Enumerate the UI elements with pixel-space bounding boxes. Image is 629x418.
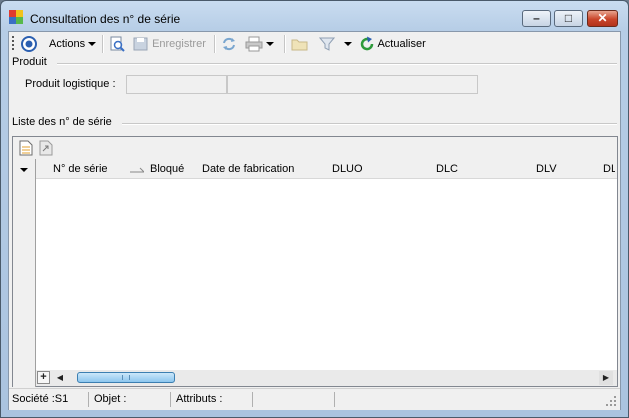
folder-icon	[291, 39, 308, 51]
status-societe: Société :S1	[9, 392, 89, 407]
sort-icon[interactable]	[130, 167, 144, 173]
dropdown-arrow-icon	[88, 42, 97, 47]
actions-label: Actions	[49, 38, 86, 50]
printer-icon	[245, 36, 263, 52]
produit-section-title: Produit	[12, 56, 47, 68]
close-button[interactable]: ✕	[587, 10, 618, 27]
print-button[interactable]	[245, 35, 275, 53]
save-icon	[133, 37, 148, 51]
refresh-label: Actualiser	[377, 38, 426, 50]
column-header-dlc[interactable]: DLC	[436, 163, 458, 175]
produit-name-field[interactable]	[227, 75, 478, 94]
document-arrow-icon	[39, 140, 53, 156]
produit-logistique-label: Produit logistique :	[25, 78, 116, 90]
toolbar: Actions Enregistrer Actualiser	[9, 32, 620, 56]
app-icon	[9, 10, 23, 24]
section-divider	[57, 63, 617, 65]
column-header-bloque[interactable]: Bloqué	[150, 163, 184, 175]
minimize-button[interactable]: –	[522, 10, 551, 27]
record-button[interactable]	[21, 35, 37, 53]
close-icon: ✕	[597, 11, 608, 25]
filter-button[interactable]	[319, 35, 353, 53]
save-label: Enregistrer	[152, 38, 206, 50]
horizontal-scrollbar[interactable]: + ◀ ▶	[36, 370, 617, 386]
liste-section-title: Liste des n° de série	[12, 116, 112, 128]
toolbar-grip[interactable]	[12, 36, 14, 52]
open-document-button[interactable]	[39, 140, 53, 159]
add-row-button[interactable]: +	[37, 371, 50, 384]
row-selector-column	[13, 159, 36, 387]
status-empty-panel	[255, 392, 335, 407]
client-area: Actions Enregistrer Actualiser Produit P…	[8, 31, 621, 410]
window-title: Consultation des n° de série	[30, 12, 181, 26]
section-divider	[122, 123, 617, 125]
serial-number-grid[interactable]: N° de série Bloqué Date de fabrication D…	[12, 136, 618, 387]
application-window: Consultation des n° de série – □ ✕ Actio…	[0, 0, 629, 418]
grid-toolbar	[13, 137, 617, 159]
refresh-button[interactable]: Actualiser	[359, 35, 426, 53]
document-icon	[19, 140, 33, 156]
dropdown-arrow-icon	[266, 42, 275, 47]
maximize-button[interactable]: □	[554, 10, 583, 27]
column-header-date-fabrication[interactable]: Date de fabrication	[202, 163, 294, 175]
status-bar: Société :S1 Objet : Attributs :	[9, 388, 620, 410]
maximize-icon: □	[564, 11, 573, 25]
status-objet: Objet :	[91, 392, 171, 407]
column-header-dl[interactable]: DL	[603, 163, 615, 175]
sync-icon	[223, 37, 235, 51]
grid-header: N° de série Bloqué Date de fabrication D…	[36, 159, 617, 179]
title-bar[interactable]: Consultation des n° de série – □ ✕	[1, 1, 628, 31]
scroll-left-icon[interactable]: ◀	[53, 371, 67, 385]
column-header-serial[interactable]: N° de série	[53, 163, 108, 175]
record-icon	[21, 36, 37, 53]
column-chooser-icon[interactable]	[20, 167, 28, 173]
resize-grip-icon[interactable]	[606, 396, 617, 407]
toolbar-separator	[284, 35, 286, 53]
funnel-icon	[319, 37, 335, 51]
column-header-dlv[interactable]: DLV	[536, 163, 557, 175]
actions-menu-button[interactable]: Actions	[49, 35, 97, 53]
preview-icon	[110, 36, 125, 52]
grip-lines	[122, 375, 130, 380]
status-attributs: Attributs :	[173, 392, 253, 407]
refresh-icon	[360, 36, 374, 51]
minimize-icon: –	[533, 11, 540, 25]
scroll-thumb[interactable]	[77, 372, 175, 383]
new-document-button[interactable]	[19, 140, 33, 159]
produit-code-field[interactable]	[126, 75, 227, 94]
scroll-right-icon[interactable]: ▶	[599, 371, 613, 385]
column-header-dluo[interactable]: DLUO	[332, 163, 363, 175]
folder-button[interactable]	[291, 35, 309, 53]
dropdown-arrow-icon	[344, 42, 353, 47]
sync-button[interactable]	[221, 35, 237, 53]
toolbar-separator	[102, 35, 104, 53]
save-button[interactable]: Enregistrer	[133, 35, 206, 53]
preview-button[interactable]	[109, 35, 125, 53]
toolbar-separator	[214, 35, 216, 53]
